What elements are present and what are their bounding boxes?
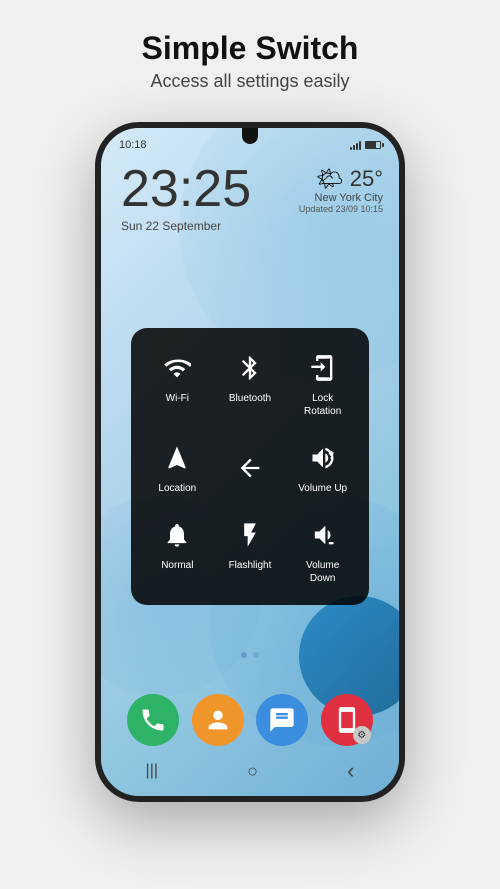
qs-volume-up-label: Volume Up (298, 482, 347, 495)
qs-location[interactable]: Location (143, 430, 212, 503)
nav-home-button[interactable]: ○ (247, 761, 258, 782)
status-time: 10:18 (119, 139, 147, 151)
lock-rotation-icon (305, 350, 341, 386)
qs-normal[interactable]: Normal (143, 507, 212, 593)
clock-date: Sun 22 September (121, 219, 251, 233)
phone-notch (242, 128, 258, 144)
qs-bluetooth[interactable]: Bluetooth (216, 340, 285, 426)
volume-down-icon (305, 517, 341, 553)
quick-settings-panel: Wi-Fi Bluetooth (131, 328, 369, 605)
dots-indicator (101, 652, 399, 658)
weather-city: New York City (299, 192, 383, 204)
weather-temp-row: 🌤 25° (299, 166, 383, 192)
page-header: Simple Switch Access all settings easily (122, 0, 379, 112)
qs-normal-label: Normal (161, 559, 193, 572)
weather-temp: 25° (350, 166, 383, 192)
dot-2 (253, 652, 259, 658)
volume-up-icon (305, 440, 341, 476)
battery-icon (365, 141, 381, 149)
nav-bar: ||| ○ ‹ (101, 758, 399, 784)
signal-icon (350, 140, 361, 150)
qs-lock-rotation[interactable]: Lock Rotation (288, 340, 357, 426)
nav-back-button[interactable]: ‹ (347, 758, 354, 784)
app-screen[interactable]: ⚙ (321, 694, 373, 746)
clock-time: 23:25 (121, 163, 251, 215)
app-phone[interactable] (127, 694, 179, 746)
qs-wifi[interactable]: Wi-Fi (143, 340, 212, 426)
gear-badge-icon: ⚙ (353, 726, 371, 744)
location-icon (159, 440, 195, 476)
qs-volume-up[interactable]: Volume Up (288, 430, 357, 503)
weather-widget: 🌤 25° New York City Updated 23/09 10:15 (299, 166, 383, 214)
page-subtitle: Access all settings easily (142, 71, 359, 92)
qs-wifi-label: Wi-Fi (166, 392, 189, 405)
nav-menu-button[interactable]: ||| (146, 762, 158, 780)
qs-bluetooth-label: Bluetooth (229, 392, 271, 405)
qs-flashlight[interactable]: Flashlight (216, 507, 285, 593)
quick-settings-grid: Wi-Fi Bluetooth (143, 340, 357, 593)
phone-mockup: 10:18 23:25 Sun 22 September (95, 122, 405, 802)
app-dock: ⚙ (121, 694, 379, 746)
qs-volume-down-label: Volume Down (294, 559, 351, 585)
qs-lock-rotation-label: Lock Rotation (294, 392, 351, 418)
dot-1 (241, 652, 247, 658)
phone-screen: 10:18 23:25 Sun 22 September (101, 128, 399, 796)
phone-frame: 10:18 23:25 Sun 22 September (95, 122, 405, 802)
flashlight-icon (232, 517, 268, 553)
weather-updated: Updated 23/09 10:15 (299, 204, 383, 214)
qs-back[interactable] (216, 430, 285, 503)
weather-icon: 🌤 (316, 166, 344, 192)
wifi-icon (159, 350, 195, 386)
qs-flashlight-label: Flashlight (229, 559, 272, 572)
qs-volume-down[interactable]: Volume Down (288, 507, 357, 593)
qs-location-label: Location (158, 482, 196, 495)
app-contacts[interactable] (192, 694, 244, 746)
bluetooth-icon (232, 350, 268, 386)
page-title: Simple Switch (142, 30, 359, 67)
bell-icon (159, 517, 195, 553)
back-arrow-icon (232, 450, 268, 486)
status-icons (350, 140, 381, 150)
clock-area: 23:25 Sun 22 September (121, 163, 251, 233)
app-messages[interactable] (256, 694, 308, 746)
